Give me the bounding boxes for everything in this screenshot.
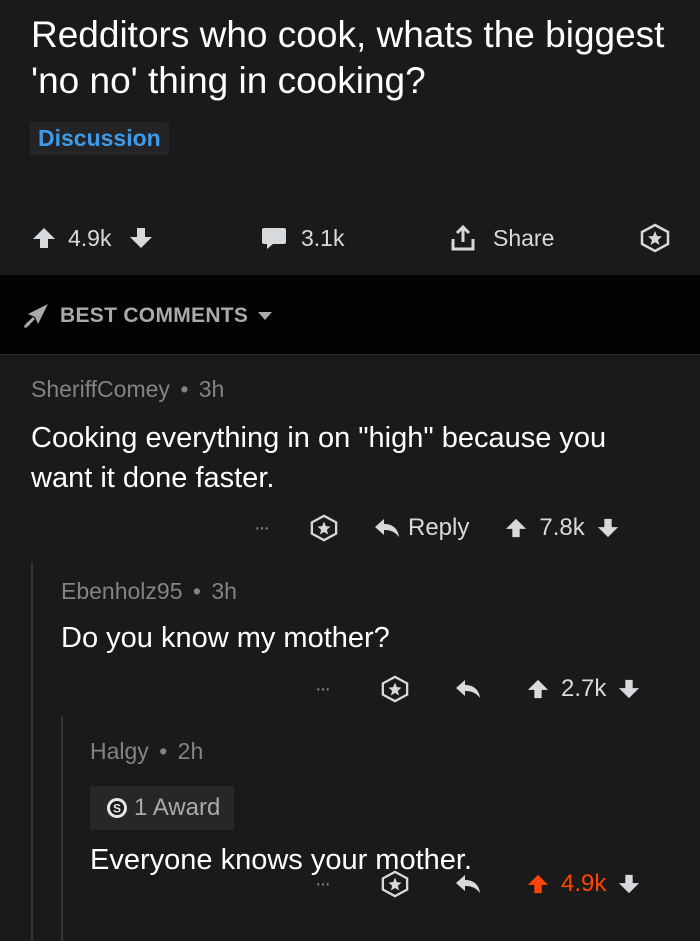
thread-line[interactable] xyxy=(31,562,33,941)
comment-count: 3.1k xyxy=(301,224,345,251)
share-button[interactable]: Share xyxy=(451,215,554,261)
sort-label: BEST COMMENTS xyxy=(60,304,249,327)
post-action-bar: 4.9k 3.1k Share xyxy=(0,215,700,261)
upvote-icon[interactable] xyxy=(527,678,549,700)
reply-icon xyxy=(374,518,400,538)
comment-sort-bar: BEST COMMENTS xyxy=(0,275,700,355)
award-icon[interactable] xyxy=(381,870,409,898)
comment-meta: SheriffComey • 3h xyxy=(31,376,224,403)
comments-button[interactable]: 3.1k xyxy=(261,215,344,261)
post-award-button[interactable] xyxy=(640,215,670,261)
comment-author[interactable]: Ebenholz95 xyxy=(61,578,183,604)
award-icon xyxy=(640,223,670,253)
comment-list: SheriffComey • 3h Cooking everything in … xyxy=(0,356,700,941)
comment-toolbar: ··· 2.7k xyxy=(315,669,640,709)
comment-meta: Halgy • 2h xyxy=(90,738,203,765)
reply-icon[interactable] xyxy=(455,679,481,699)
meta-separator: • xyxy=(192,578,201,604)
post-vote-group: 4.9k xyxy=(32,215,153,261)
post-title[interactable]: Redditors who cook, whats the biggest 'n… xyxy=(31,12,671,104)
share-icon xyxy=(451,225,475,251)
comment-time: 2h xyxy=(177,738,204,764)
comment-score: 2.7k xyxy=(560,675,607,702)
downvote-icon[interactable] xyxy=(618,873,640,895)
comment-body: Cooking everything in on "high" because … xyxy=(31,422,607,494)
meta-separator: • xyxy=(180,376,189,402)
reply-button[interactable]: Reply xyxy=(374,514,469,542)
comment-score: 4.9k xyxy=(560,870,607,897)
comment-meta: Ebenholz95 • 3h xyxy=(61,578,237,605)
more-options-button[interactable]: ··· xyxy=(315,873,331,896)
more-options-button[interactable]: ··· xyxy=(315,678,331,701)
share-label: Share xyxy=(493,224,555,251)
more-options-button[interactable]: ··· xyxy=(254,517,270,540)
comment-time: 3h xyxy=(211,578,237,604)
post-score: 4.9k xyxy=(68,224,112,251)
sort-dropdown[interactable]: BEST COMMENTS xyxy=(22,301,273,331)
silver-award-icon: S xyxy=(106,797,128,819)
comment-time: 3h xyxy=(198,376,225,402)
comment-body: Do you know my mother? xyxy=(61,622,390,654)
downvote-icon[interactable] xyxy=(597,517,619,539)
downvote-icon[interactable] xyxy=(129,226,153,250)
post-flair[interactable]: Discussion xyxy=(30,122,169,155)
award-badge[interactable]: S 1 Award xyxy=(90,786,235,830)
comment-icon xyxy=(261,226,287,250)
comment-toolbar: ··· Reply 7.8k xyxy=(254,508,619,548)
meta-separator: • xyxy=(159,738,168,764)
comment-toolbar: ··· 4.9k xyxy=(315,864,640,904)
upvote-icon[interactable] xyxy=(527,873,549,895)
svg-text:S: S xyxy=(113,802,121,816)
award-label: 1 Award xyxy=(134,794,221,821)
downvote-icon[interactable] xyxy=(618,678,640,700)
best-sort-icon xyxy=(22,302,50,330)
award-icon[interactable] xyxy=(381,675,409,703)
upvote-icon[interactable] xyxy=(505,517,527,539)
reply-label: Reply xyxy=(407,514,470,541)
upvote-icon[interactable] xyxy=(32,226,56,250)
thread-line[interactable] xyxy=(61,716,63,941)
comment-author[interactable]: Halgy xyxy=(90,738,149,764)
chevron-down-icon xyxy=(258,311,273,321)
award-icon[interactable] xyxy=(310,514,338,542)
reply-icon[interactable] xyxy=(455,874,481,894)
post-header: Redditors who cook, whats the biggest 'n… xyxy=(0,0,700,275)
comment-score: 7.8k xyxy=(539,514,585,541)
comment-author[interactable]: SheriffComey xyxy=(31,376,170,402)
